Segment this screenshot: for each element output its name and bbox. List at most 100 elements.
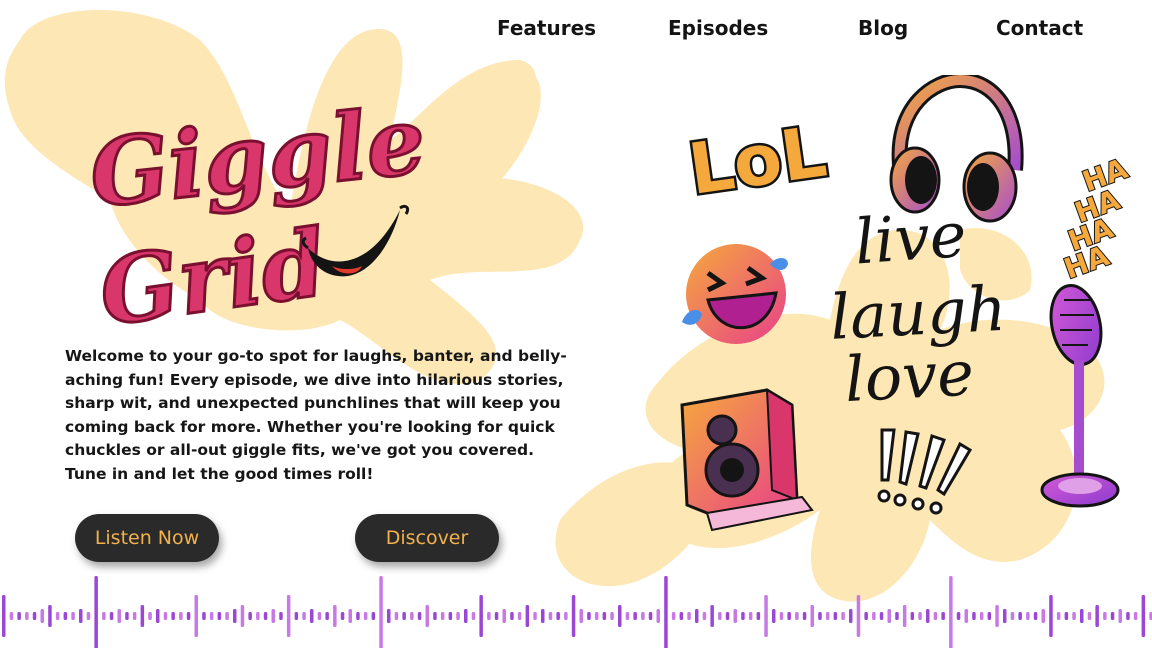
sound-wave-bar (140, 605, 145, 627)
sound-wave-bar (510, 612, 514, 620)
sound-wave-bar (171, 612, 175, 620)
lol-sticker: LoL (681, 108, 830, 210)
sound-wave-bar (217, 612, 222, 620)
sound-wave-bar (610, 612, 614, 620)
sound-wave-bar (687, 612, 691, 620)
sound-wave-bar (456, 612, 460, 620)
sound-wave-bar (363, 612, 368, 620)
sound-wave-bar (156, 609, 160, 623)
sound-wave-bar (1103, 612, 1107, 620)
sound-wave-bar (479, 595, 483, 637)
sound-wave-bar (202, 612, 206, 620)
sound-wave-bar (887, 609, 891, 623)
sound-wave-bar (818, 612, 822, 620)
main-nav: Features Episodes Blog Contact (460, 16, 1140, 46)
sound-wave-bar (671, 612, 676, 620)
logo-line-grid: Grid (93, 208, 332, 346)
sound-wave-bar (125, 612, 129, 620)
sound-wave-bar (371, 612, 376, 620)
sound-wave-bar (748, 612, 753, 620)
listen-now-button[interactable]: Listen Now (75, 514, 219, 562)
sound-wave-bar (941, 612, 945, 620)
sound-wave-bar (410, 612, 414, 620)
sound-wave-bar (310, 609, 314, 623)
sound-wave-bar (1072, 612, 1076, 620)
sound-wave-bar (286, 595, 291, 637)
lol-text: LoL (684, 111, 830, 210)
sound-wave-bar (402, 612, 406, 620)
sound-wave-bar (1003, 609, 1007, 623)
sound-wave-bar (425, 605, 429, 627)
sound-wave-bar (194, 595, 198, 637)
sound-wave-bar (641, 612, 645, 620)
sound-wave-bar (995, 605, 999, 627)
sound-wave-bar (795, 612, 799, 620)
sound-wave-bar (356, 612, 360, 620)
sound-wave-bar (594, 612, 599, 620)
sound-wave-bar (656, 609, 660, 623)
sound-wave-bar (725, 612, 730, 620)
sound-wave-bar (440, 612, 445, 620)
sound-wave-bar (1049, 595, 1053, 637)
nav-link-features[interactable]: Features (497, 16, 596, 40)
sound-wave-bar (294, 612, 299, 620)
sound-wave-bar (240, 605, 245, 627)
sound-wave-bar (71, 612, 75, 620)
sound-wave-bar (517, 612, 522, 620)
sound-wave-bar (571, 595, 576, 637)
sound-wave-bar (879, 612, 884, 620)
sound-wave-bar (63, 612, 68, 620)
sound-wave-bar (525, 605, 530, 627)
sound-wave-bar (1010, 612, 1015, 620)
exclamation-sticker (877, 428, 973, 515)
sound-wave-bar (17, 612, 21, 620)
sound-wave-bar (987, 612, 992, 620)
sound-wave-bar (702, 612, 707, 620)
sound-wave-bar (209, 612, 214, 620)
sound-wave-bar (225, 612, 229, 620)
sound-wave-bar (317, 612, 322, 620)
sound-wave-bar (787, 612, 791, 620)
sound-wave-bar (718, 612, 722, 620)
sound-wave-bar (256, 612, 260, 620)
sound-wave-bar (602, 612, 607, 620)
live-word: live (852, 198, 968, 279)
sound-wave-bar (487, 612, 491, 620)
sound-wave-bar (1126, 612, 1130, 620)
sound-wave-bar (448, 612, 453, 620)
nav-link-episodes[interactable]: Episodes (668, 16, 768, 40)
discover-button[interactable]: Discover (355, 514, 499, 562)
sound-wave-bar (471, 612, 476, 620)
sound-wave-bar (179, 612, 183, 620)
sound-wave-bar (695, 609, 699, 623)
laughing-emoji-icon (682, 244, 788, 344)
microphone-icon (1040, 284, 1120, 508)
sound-wave-bar (271, 609, 275, 623)
sound-wave-bar (979, 612, 984, 620)
site-logo[interactable]: Giggle Grid (70, 80, 430, 350)
logo-line-giggle: Giggle (85, 86, 430, 228)
nav-link-blog[interactable]: Blog (858, 16, 908, 40)
sound-wave-bar (533, 612, 537, 620)
sound-wave-bar (949, 576, 953, 648)
sound-wave-bar (548, 612, 553, 620)
sound-wave-bar (733, 609, 737, 623)
sound-wave-bar (1064, 612, 1069, 620)
sound-wave-bar (102, 612, 106, 620)
sound-wave-bar (40, 609, 44, 623)
sound-wave-bar (710, 605, 714, 627)
sound-wave-bar (48, 605, 52, 627)
sound-wave-bar (109, 612, 114, 620)
intro-paragraph: Welcome to your go-to spot for laughs, b… (65, 347, 567, 483)
sound-wave-bar (86, 612, 91, 620)
nav-link-contact[interactable]: Contact (996, 16, 1083, 40)
sound-wave-bar (856, 595, 861, 637)
sound-wave-bar (1026, 612, 1030, 620)
sound-wave-bar (664, 576, 668, 648)
sound-wave-bar (825, 612, 830, 620)
sound-wave-bar (1056, 612, 1061, 620)
sound-wave-bar (895, 612, 899, 620)
haha-sticker: HA HA HA HA (1062, 151, 1133, 280)
sound-wave-bar (633, 612, 637, 620)
sound-wave-bar (1110, 612, 1115, 620)
